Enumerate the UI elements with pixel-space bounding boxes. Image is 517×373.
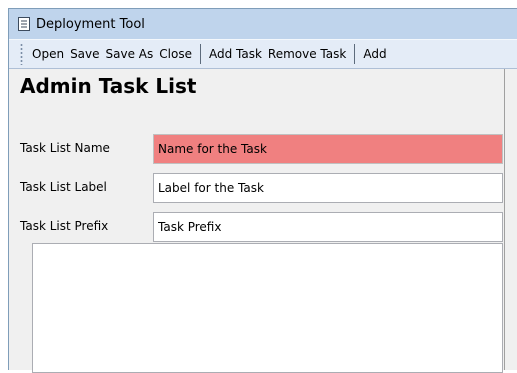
task-description-textarea[interactable] [32,243,503,373]
page-title: Admin Task List [20,74,197,98]
task-list-label-label: Task List Label [20,180,107,194]
open-button[interactable]: Open [30,47,66,61]
task-list-panel: Admin Task List Task List Name Task List… [9,69,505,373]
remove-task-button[interactable]: Remove Task [266,47,348,61]
save-button[interactable]: Save [68,47,101,61]
add-task-button[interactable]: Add Task [207,47,264,61]
window-title: Deployment Tool [36,16,145,32]
save-as-button[interactable]: Save As [104,47,156,61]
add-button-truncated[interactable]: Add [361,47,388,61]
toolbar: Open Save Save As Close Add Task Remove … [9,39,517,69]
task-list-name-input[interactable] [153,134,503,164]
close-button[interactable]: Close [157,47,194,61]
document-icon [17,17,31,31]
task-list-prefix-input[interactable] [153,212,503,242]
title-bar: Deployment Tool [9,9,517,39]
app-window: Deployment Tool Open Save Save As Close … [8,8,517,373]
task-list-name-label: Task List Name [20,141,110,155]
toolbar-separator [199,44,201,64]
toolbar-separator [354,44,356,64]
task-list-label-input[interactable] [153,173,503,203]
task-list-name-row: Task List Name [9,134,505,166]
task-list-prefix-row: Task List Prefix [9,212,505,244]
task-list-label-row: Task List Label [9,173,505,205]
right-panel-edge [505,69,517,370]
toolbar-grip[interactable] [20,43,23,65]
task-list-prefix-label: Task List Prefix [20,219,109,233]
